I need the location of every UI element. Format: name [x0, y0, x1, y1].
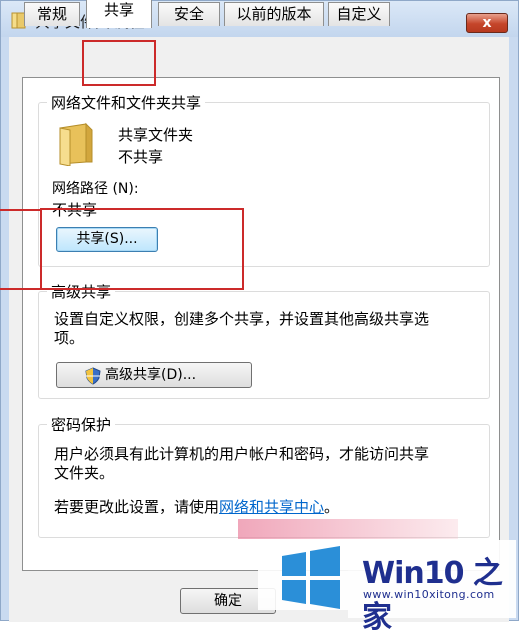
tab-security-label: 安全	[173, 5, 204, 23]
close-icon: x	[482, 15, 492, 31]
advanced-sharing-description-1: 设置自定义权限，创建多个共享，并设置其他高级共享选	[54, 310, 430, 328]
network-sharing-title: 网络文件和文件夹共享	[47, 92, 206, 113]
password-description-1: 用户必须具有此计算机的用户帐户和密码，才能访问共享	[54, 445, 430, 463]
close-button[interactable]: x	[466, 13, 508, 33]
advanced-sharing-button-label: 高级共享(D)...	[105, 367, 197, 383]
watermark-url: www.win10xitong.com	[363, 588, 495, 601]
tab-previous-versions-label: 以前的版本	[236, 5, 312, 23]
uac-shield-icon	[85, 367, 101, 385]
tab-sharing[interactable]: 共享	[86, 0, 152, 28]
highlight-line-lower	[0, 288, 42, 290]
tab-security[interactable]: 安全	[158, 2, 220, 26]
tab-customize[interactable]: 自定义	[328, 2, 390, 26]
highlight-sharing-tab	[82, 40, 156, 86]
tab-customize-label: 自定义	[336, 5, 382, 23]
watermark-strip	[238, 519, 458, 539]
windows-logo-icon	[258, 546, 348, 610]
ok-button-label: 确定	[214, 593, 242, 609]
password-change-suffix: 。	[324, 498, 340, 516]
password-description-2: 文件夹。	[54, 464, 115, 482]
tab-sharing-label: 共享	[103, 1, 134, 19]
tab-general-label: 常规	[36, 5, 67, 23]
advanced-sharing-button[interactable]: 高级共享(D)...	[56, 362, 252, 388]
tab-general[interactable]: 常规	[24, 2, 80, 26]
password-change-prefix: 若要更改此设置，请使用	[54, 498, 220, 516]
folder-name: 共享文件夹	[118, 126, 194, 144]
network-sharing-center-link[interactable]: 网络和共享中心	[219, 498, 324, 516]
folder-share-status: 不共享	[118, 148, 164, 166]
advanced-sharing-description-2: 项。	[54, 329, 85, 347]
folder-icon	[59, 122, 93, 166]
highlight-line-upper	[0, 209, 42, 211]
password-protection-title: 密码保护	[47, 414, 116, 435]
highlight-share-button	[40, 208, 244, 290]
password-change-text: 若要更改此设置，请使用网络和共享中心。	[54, 496, 339, 517]
network-path-label: 网络路径 (N):	[52, 181, 139, 197]
tab-previous-versions[interactable]: 以前的版本	[224, 2, 324, 26]
